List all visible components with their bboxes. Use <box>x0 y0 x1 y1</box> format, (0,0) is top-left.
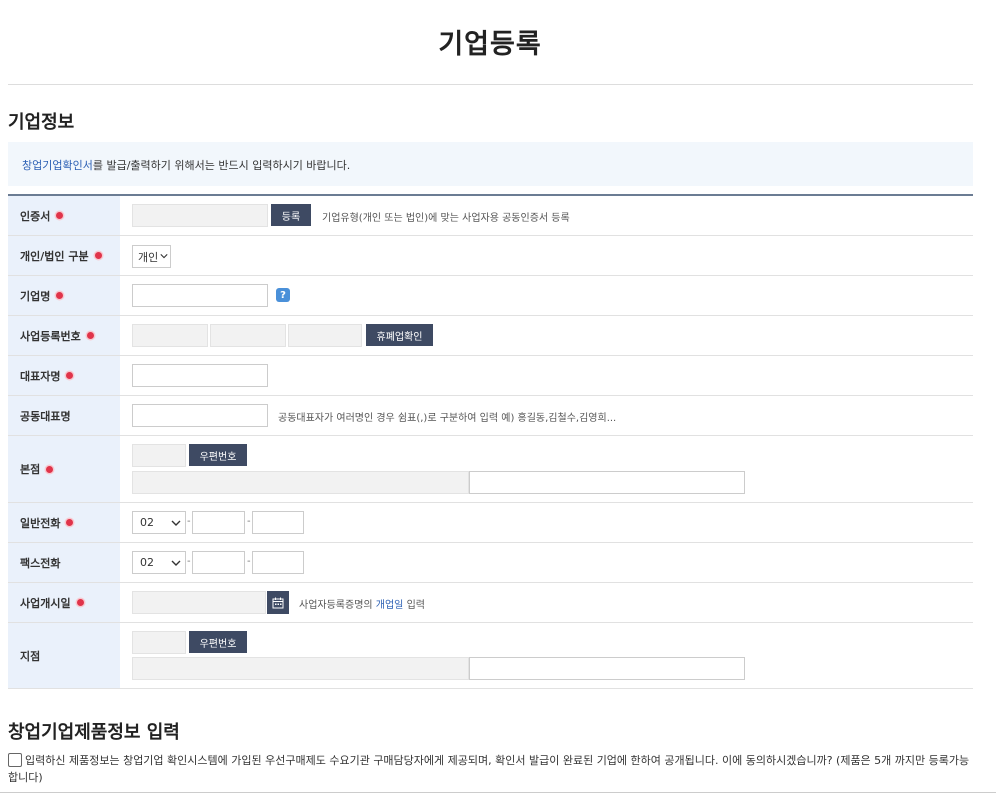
business-number-part2[interactable] <box>210 324 286 347</box>
required-icon <box>46 465 54 473</box>
label-head-office: 본점 <box>8 436 120 502</box>
required-icon <box>66 372 74 379</box>
chevron-down-icon <box>171 560 181 566</box>
notice-text: 를 발급/출력하기 위해서는 반드시 입력하시기 바랍니다. <box>92 159 351 172</box>
title-divider <box>8 84 973 85</box>
required-icon <box>56 292 64 299</box>
required-icon <box>76 599 84 606</box>
label-ceo-name: 대표자명 <box>8 356 120 395</box>
fax-area-select[interactable]: 02 <box>132 551 186 574</box>
required-icon <box>94 252 102 259</box>
label-phone: 일반전화 <box>8 503 120 542</box>
row-head-office: 본점 우편번호 <box>8 436 973 503</box>
required-icon <box>66 519 74 526</box>
row-certificate: 인증서 등록 기업유형(개인 또는 법인)에 맞는 사업자용 공동인증서 등록 <box>8 196 973 236</box>
open-date-input[interactable] <box>132 591 266 614</box>
agreement-text: 입력하신 제품정보는 창업기업 확인시스템에 가입된 우선구매제도 수요기관 구… <box>8 754 970 784</box>
closure-check-button[interactable]: 휴폐업확인 <box>366 324 433 346</box>
phone-separator: - <box>187 516 191 527</box>
head-office-postcode-button[interactable]: 우편번호 <box>189 444 247 466</box>
head-office-address-input[interactable] <box>132 471 469 494</box>
fax-separator: - <box>247 556 251 567</box>
branch-address-detail-input[interactable] <box>469 657 745 680</box>
row-phone: 일반전화 02 - - <box>8 503 973 543</box>
label-company-name: 기업명 <box>8 276 120 315</box>
section-title-company-info: 기업정보 <box>8 112 75 133</box>
label-fax: 팩스전화 <box>8 543 120 582</box>
phone-separator: - <box>247 516 251 527</box>
label-co-ceo-name: 공동대표명 <box>8 396 120 435</box>
head-office-address-detail-input[interactable] <box>469 471 745 494</box>
bottom-divider <box>0 792 996 793</box>
row-fax: 팩스전화 02 - - <box>8 543 973 583</box>
agreement: 입력하신 제품정보는 창업기업 확인시스템에 가입된 우선구매제도 수요기관 구… <box>8 752 973 786</box>
row-open-date: 사업개시일 사업자등록증명의 개업일 입력 <box>8 583 973 623</box>
certificate-hint: 기업유형(개인 또는 법인)에 맞는 사업자용 공동인증서 등록 <box>322 213 570 224</box>
head-office-postcode-input[interactable] <box>132 444 186 467</box>
label-certificate: 인증서 <box>8 196 120 235</box>
fax-last-input[interactable] <box>252 551 304 574</box>
company-form: 인증서 등록 기업유형(개인 또는 법인)에 맞는 사업자용 공동인증서 등록 … <box>8 194 973 689</box>
notice-box: 창업기업확인서를 발급/출력하기 위해서는 반드시 입력하시기 바랍니다. <box>8 142 973 186</box>
branch-address-input[interactable] <box>132 657 469 680</box>
page-title: 기업등록 <box>438 29 542 60</box>
row-co-ceo-name: 공동대표명 공동대표자가 여러명인 경우 쉼표(,)로 구분하여 입력 예) 홍… <box>8 396 973 436</box>
row-ceo-name: 대표자명 <box>8 356 973 396</box>
business-number-part3[interactable] <box>288 324 362 347</box>
help-icon[interactable]: ? <box>276 288 290 302</box>
label-open-date: 사업개시일 <box>8 583 120 622</box>
certificate-input[interactable] <box>132 204 268 227</box>
required-icon <box>56 212 64 219</box>
branch-postcode-button[interactable]: 우편번호 <box>189 631 247 653</box>
row-branch: 지점 우편번호 <box>8 623 973 689</box>
open-date-hint: 사업자등록증명의 개업일 입력 <box>299 600 425 611</box>
row-business-type: 개인/법인 구분 개인 <box>8 236 973 276</box>
chevron-down-icon <box>160 254 168 259</box>
co-ceo-name-input[interactable] <box>132 404 268 427</box>
phone-area-select[interactable]: 02 <box>132 511 186 534</box>
required-icon <box>86 332 94 339</box>
phone-last-input[interactable] <box>252 511 304 534</box>
chevron-down-icon <box>171 520 181 526</box>
certificate-register-button[interactable]: 등록 <box>271 204 311 226</box>
branch-postcode-input[interactable] <box>132 631 186 654</box>
section-title-product-info: 창업기업제품정보 입력 <box>8 722 180 743</box>
row-business-number: 사업등록번호 휴폐업확인 <box>8 316 973 356</box>
business-number-part1[interactable] <box>132 324 208 347</box>
label-business-number: 사업등록번호 <box>8 316 120 355</box>
calendar-icon[interactable] <box>267 591 289 614</box>
label-branch: 지점 <box>8 623 120 688</box>
fax-separator: - <box>187 556 191 567</box>
agree-checkbox[interactable] <box>8 753 22 767</box>
co-ceo-hint: 공동대표자가 여러명인 경우 쉼표(,)로 구분하여 입력 예) 홍길동,김철수… <box>278 413 617 424</box>
fax-middle-input[interactable] <box>192 551 245 574</box>
business-type-select[interactable]: 개인 <box>132 245 171 268</box>
notice-link[interactable]: 창업기업확인서 <box>22 159 93 172</box>
phone-middle-input[interactable] <box>192 511 245 534</box>
label-business-type: 개인/법인 구분 <box>8 236 120 275</box>
row-company-name: 기업명 ? <box>8 276 973 316</box>
company-name-input[interactable] <box>132 284 268 307</box>
ceo-name-input[interactable] <box>132 364 268 387</box>
